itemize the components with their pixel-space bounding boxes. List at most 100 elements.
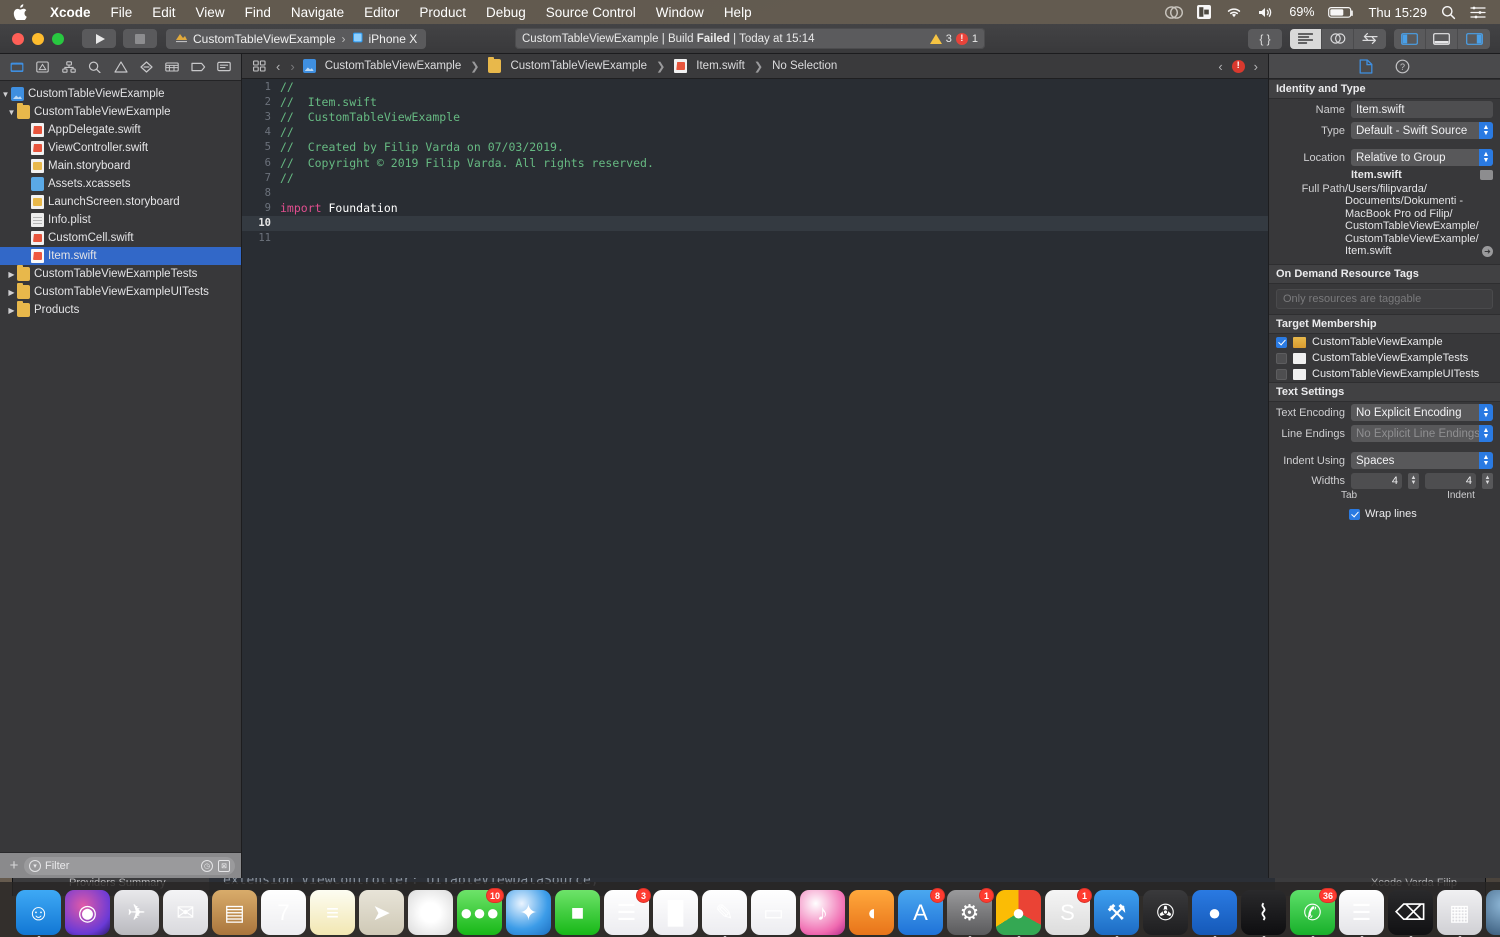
dock-item-calculator[interactable]: ▦ (1437, 890, 1482, 937)
dock-item-notes[interactable]: ≡ (310, 890, 355, 935)
navigator-row-customtableviewexampleuitests[interactable]: ▶ CustomTableViewExampleUITests (0, 283, 241, 301)
dock-item-keynote[interactable]: ▭ (751, 890, 796, 935)
disclosure-triangle-icon[interactable]: ▶ (6, 270, 17, 279)
breadcrumb-selection[interactable]: No Selection (772, 60, 837, 72)
dock-item-itunes[interactable]: ♪ (800, 890, 845, 935)
line-endings-popup-button[interactable]: No Explicit Line Endings ▲ ▼ (1351, 425, 1493, 443)
menu-item-source-control[interactable]: Source Control (536, 5, 646, 20)
debug-area-toggle-button[interactable] (1426, 28, 1458, 49)
code-line[interactable]: 10 (242, 215, 1268, 231)
menu-item-window[interactable]: Window (646, 5, 714, 20)
target-membership-checkbox[interactable] (1276, 368, 1287, 380)
name-field[interactable]: Item.swift (1351, 101, 1493, 118)
dock-item-safari[interactable]: ✦ (506, 890, 551, 935)
minimize-button[interactable] (32, 32, 44, 45)
disclosure-triangle-icon[interactable]: ▶ (6, 288, 17, 297)
inspector-toggle-button[interactable] (1458, 29, 1490, 49)
close-button[interactable] (12, 32, 24, 45)
add-file-button[interactable]: + (4, 858, 24, 873)
dock-item-whatsapp[interactable]: ✆ 36 (1290, 888, 1337, 937)
menu-item-product[interactable]: Product (409, 5, 476, 20)
code-line[interactable]: 7 // (242, 170, 1268, 185)
breadcrumb-group[interactable]: CustomTableViewExample (488, 57, 647, 73)
dock-item-reminders[interactable]: ☰ 3 (604, 888, 651, 935)
navigator-toggle-button[interactable] (1394, 28, 1426, 49)
volume-icon[interactable] (1257, 6, 1275, 19)
find-navigator-tab[interactable] (82, 57, 108, 78)
source-code-editor[interactable]: 1 // 2 // Item.swift 3 // CustomTableViewExam… (242, 79, 1268, 878)
issue-counters[interactable]: 3 ! 1 (929, 32, 978, 45)
dock-item-activity-monitor[interactable]: ⌇ (1241, 890, 1286, 937)
control-center-icon[interactable] (1470, 6, 1486, 19)
filter-input[interactable]: ▾ Filter ◷ ⊠ (24, 856, 235, 875)
dock-item-messages[interactable]: ●●● 10 (457, 888, 504, 935)
breadcrumb-project[interactable]: CustomTableViewExample (302, 59, 461, 73)
menu-item-file[interactable]: File (101, 5, 143, 20)
dock-item-contacts[interactable]: ▤ (212, 890, 257, 935)
quick-help-inspector-tab[interactable]: ? (1395, 59, 1410, 74)
dock-item-siri[interactable]: ◉ (65, 890, 110, 935)
source-control-filter-icon[interactable]: ⊠ (218, 859, 230, 872)
code-line[interactable]: 8 (242, 185, 1268, 200)
wrap-lines-checkbox[interactable] (1349, 508, 1360, 520)
previous-issue-button[interactable]: ‹ (1216, 59, 1224, 74)
dock-item-photos[interactable]: ✿ (408, 890, 453, 935)
navigator-row-info-plist[interactable]: Info.plist (0, 211, 241, 229)
navigator-row-assets-xcassets[interactable]: Assets.xcassets (0, 175, 241, 193)
code-line[interactable]: 2 // Item.swift (242, 94, 1268, 109)
library-button[interactable]: { } (1248, 28, 1282, 49)
dock-item-system-preferences[interactable]: ⚙ 1 (947, 888, 994, 937)
dock-item-facetime[interactable]: ■ (555, 890, 600, 935)
menu-bar-clock[interactable]: Thu 15:29 (1368, 5, 1427, 20)
disclosure-triangle-icon[interactable]: ▼ (0, 90, 11, 99)
indent-width-stepper[interactable]: ▲ ▼ (1482, 473, 1493, 490)
recent-icon[interactable]: ◷ (201, 859, 213, 872)
target-membership-checkbox[interactable] (1276, 352, 1287, 364)
dock-item-sourcetree[interactable]: ● (1192, 890, 1237, 937)
search-icon[interactable] (1441, 5, 1456, 20)
target-membership-row[interactable]: CustomTableViewExample (1269, 334, 1500, 350)
dock-item-terminal[interactable]: ⌫ (1388, 890, 1433, 937)
target-membership-row[interactable]: CustomTableViewExampleUITests (1269, 366, 1500, 382)
code-line[interactable]: 3 // CustomTableViewExample (242, 109, 1268, 124)
source-control-navigator-tab[interactable] (30, 57, 56, 78)
navigator-row-viewcontroller-swift[interactable]: ViewController.swift (0, 139, 241, 157)
menu-item-find[interactable]: Find (235, 5, 281, 20)
navigator-row-item-swift[interactable]: Item.swift (0, 247, 241, 265)
project-navigator-tab[interactable] (4, 57, 30, 78)
location-popup-button[interactable]: Relative to Group ▲ ▼ (1351, 149, 1493, 166)
activity-status-bar[interactable]: CustomTableViewExample | Build Failed | … (515, 28, 985, 49)
menu-item-xcode[interactable]: Xcode (40, 5, 101, 20)
breakpoint-navigator-tab[interactable] (185, 57, 211, 78)
scheme-selector[interactable]: CustomTableViewExample › iPhone X (166, 28, 427, 49)
code-line[interactable]: 4 // (242, 125, 1268, 140)
code-line[interactable]: 1 // (242, 79, 1268, 94)
dock-item-launchpad[interactable]: ✈ (114, 890, 159, 935)
code-line[interactable]: 11 (242, 231, 1268, 246)
type-popup-button[interactable]: Default - Swift Source ▲ ▼ (1351, 122, 1493, 139)
dock-item-mail[interactable]: ✉ (163, 890, 208, 935)
menu-item-view[interactable]: View (186, 5, 235, 20)
report-navigator-tab[interactable] (211, 57, 237, 78)
apple-menu-icon[interactable] (0, 4, 40, 20)
file-inspector-tab[interactable] (1359, 58, 1373, 74)
menu-item-editor[interactable]: Editor (354, 5, 409, 20)
target-membership-checkbox[interactable] (1276, 336, 1287, 348)
dock-item-pages[interactable]: ✎ (702, 890, 747, 937)
menu-item-edit[interactable]: Edit (142, 5, 185, 20)
code-line[interactable]: 6 // Copyright © 2019 Filip Varda. All ri… (242, 155, 1268, 170)
navigate-forward-button[interactable]: › (288, 59, 296, 74)
issue-navigator-tab[interactable] (108, 57, 134, 78)
dock-item-sublime-text[interactable]: S1 (1045, 888, 1092, 935)
dock-item-xcode[interactable]: ⚒ (1094, 890, 1139, 937)
dock-item-calendar[interactable]: 7 (261, 890, 306, 935)
disclosure-triangle-icon[interactable]: ▼ (6, 108, 17, 117)
navigator-row-appdelegate-swift[interactable]: AppDelegate.swift (0, 121, 241, 139)
issue-badge-icon[interactable]: ! (1231, 59, 1245, 73)
target-membership-row[interactable]: CustomTableViewExampleTests (1269, 350, 1500, 366)
related-items-icon[interactable] (250, 60, 268, 72)
navigator-row-customtableviewexample[interactable]: ▼ CustomTableViewExample (0, 85, 241, 103)
debug-navigator-tab[interactable] (159, 57, 185, 78)
menu-item-help[interactable]: Help (714, 5, 762, 20)
navigator-row-customcell-swift[interactable]: CustomCell.swift (0, 229, 241, 247)
